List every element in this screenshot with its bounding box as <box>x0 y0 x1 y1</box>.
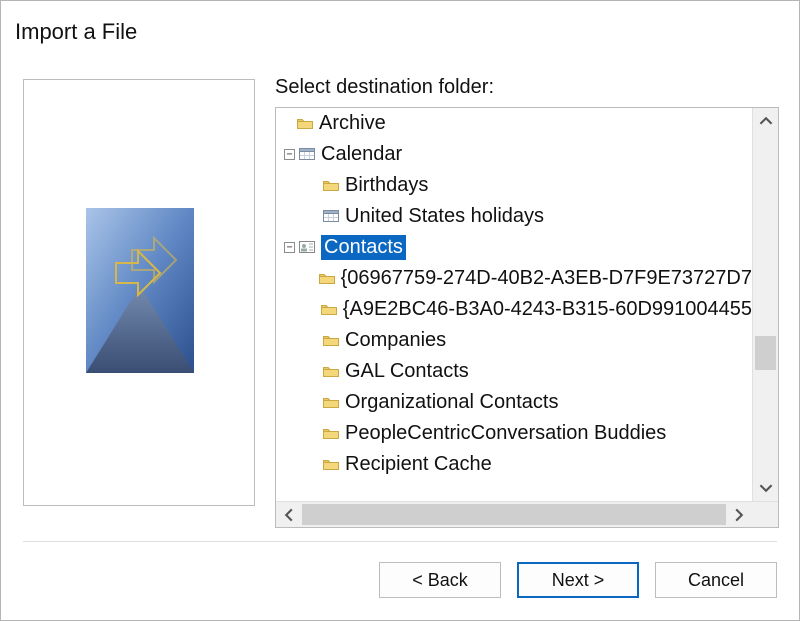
tree-item-label: PeopleCentricConversation Buddies <box>345 422 666 445</box>
cancel-button[interactable]: Cancel <box>655 562 777 598</box>
scroll-down-arrow[interactable] <box>753 475 779 501</box>
tree-expander-blank <box>310 335 323 346</box>
tree-item-label: GAL Contacts <box>345 360 469 383</box>
tree-item-label: Birthdays <box>345 174 428 197</box>
chevron-down-icon <box>759 481 773 495</box>
folder-icon <box>323 329 345 352</box>
tree-item-label: United States holidays <box>345 205 544 228</box>
tree-item[interactable]: Archive <box>276 108 752 139</box>
scroll-up-arrow[interactable] <box>753 108 779 134</box>
tree-expander-blank <box>284 118 297 129</box>
tree-item[interactable]: Organizational Contacts <box>276 387 752 418</box>
folder-icon <box>323 360 345 383</box>
tree-wrap: Archive − Calendar Birthdays United States h… <box>275 107 779 528</box>
tree-item-label: Contacts <box>321 235 406 260</box>
calendar-icon <box>299 143 321 166</box>
tree-item-label: Organizational Contacts <box>345 391 558 414</box>
import-graphic <box>86 208 194 373</box>
tree-item-label: Companies <box>345 329 446 352</box>
tree-item-label: {06967759-274D-40B2-A3EB-D7F9E73727D7 <box>341 267 752 290</box>
folder-icon <box>323 174 345 197</box>
wizard-content: Select destination folder: Archive − Calen… <box>23 79 777 528</box>
tree-expander-blank <box>310 397 323 408</box>
calendar-icon <box>323 205 345 228</box>
tree-label: Select destination folder: <box>275 76 494 99</box>
next-button[interactable]: Next > <box>517 562 639 598</box>
chevron-right-icon <box>732 508 746 522</box>
tree-item[interactable]: Companies <box>276 325 752 356</box>
vertical-scrollbar[interactable] <box>752 108 778 501</box>
tree-item-label: Calendar <box>321 143 402 166</box>
back-button[interactable]: < Back <box>379 562 501 598</box>
tree-item[interactable]: − Contacts <box>276 232 752 263</box>
wizard-window: Import a File <box>0 0 800 621</box>
tree-item[interactable]: {A9E2BC46-B3A0-4243-B315-60D991004455 <box>276 294 752 325</box>
graphic-pane <box>23 79 255 506</box>
horizontal-scrollbar[interactable] <box>276 501 778 527</box>
tree-expander-blank <box>310 304 321 315</box>
tree-item[interactable]: Recipient Cache <box>276 449 752 480</box>
folder-icon <box>321 298 343 321</box>
tree-item[interactable]: United States holidays <box>276 201 752 232</box>
tree-expander-blank <box>310 459 323 470</box>
chevron-up-icon <box>759 114 773 128</box>
tree-item[interactable]: − Calendar <box>276 139 752 170</box>
tree-item-label: Recipient Cache <box>345 453 492 476</box>
vertical-scroll-thumb[interactable] <box>755 336 776 370</box>
tree-expander-blank <box>310 211 323 222</box>
tree-item[interactable]: {06967759-274D-40B2-A3EB-D7F9E73727D7 <box>276 263 752 294</box>
tree-item[interactable]: Birthdays <box>276 170 752 201</box>
folder-icon <box>323 391 345 414</box>
tree-expander[interactable]: − <box>284 242 295 253</box>
horizontal-scroll-thumb[interactable] <box>302 504 726 525</box>
tree-expander-blank <box>310 428 323 439</box>
tree-item-label: Archive <box>319 112 386 135</box>
folder-icon <box>323 453 345 476</box>
scroll-right-arrow[interactable] <box>726 502 752 528</box>
scroll-left-arrow[interactable] <box>276 502 302 528</box>
tree-expander[interactable]: − <box>284 149 295 160</box>
tree-item[interactable]: GAL Contacts <box>276 356 752 387</box>
tree-item[interactable]: PeopleCentricConversation Buddies <box>276 418 752 449</box>
contacts-icon <box>299 236 321 259</box>
tree-expander-blank <box>310 366 323 377</box>
folder-icon <box>297 112 319 135</box>
folder-tree[interactable]: Archive − Calendar Birthdays United States h… <box>276 108 752 501</box>
tree-expander-blank <box>310 180 323 191</box>
chevron-left-icon <box>282 508 296 522</box>
folder-icon <box>319 267 341 290</box>
folder-icon <box>323 422 345 445</box>
wizard-title: Import a File <box>15 19 137 45</box>
button-bar: < Back Next > Cancel <box>379 562 777 598</box>
tree-expander-blank <box>310 273 319 284</box>
tree-item-label: {A9E2BC46-B3A0-4243-B315-60D991004455 <box>343 298 752 321</box>
separator <box>23 541 777 542</box>
